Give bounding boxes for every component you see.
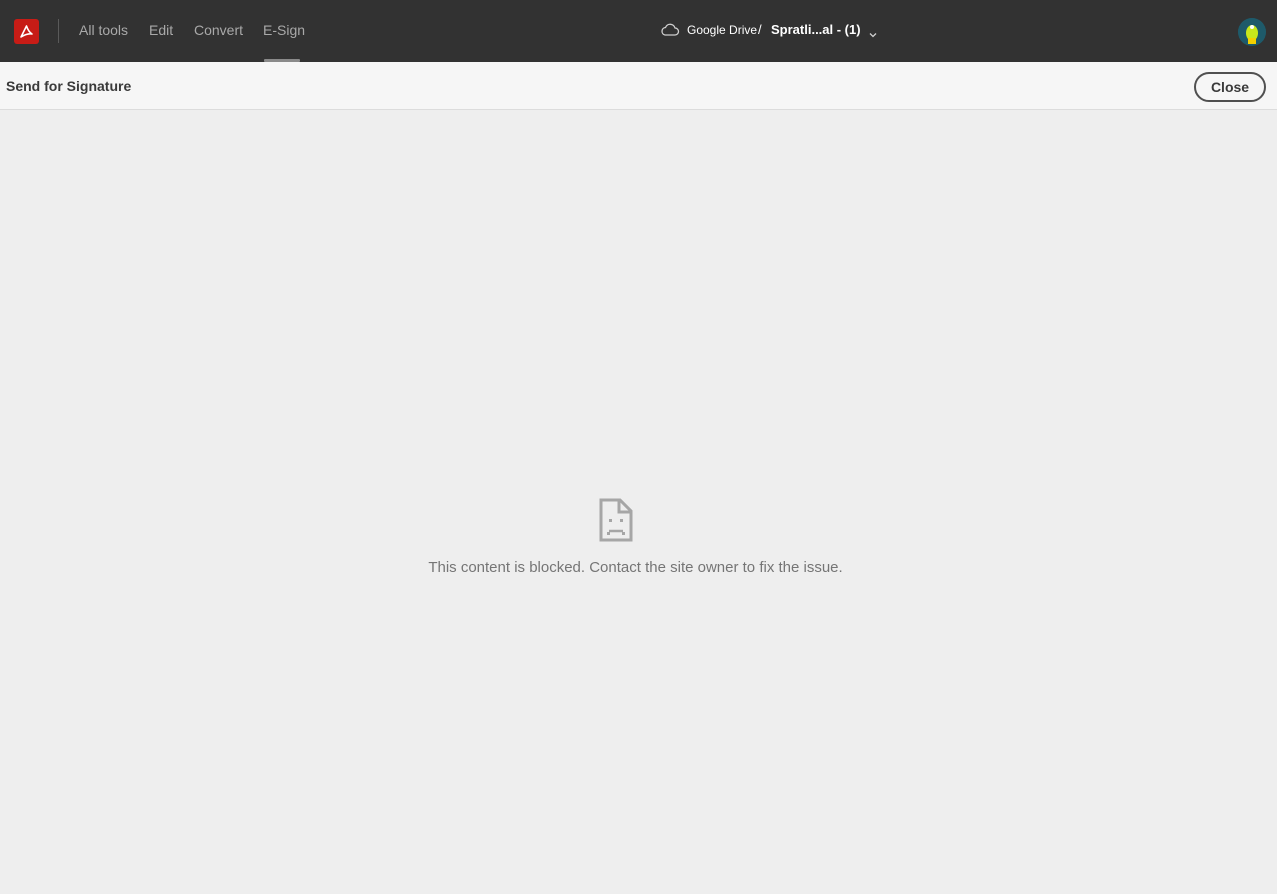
tab-edit[interactable]: Edit <box>149 22 173 38</box>
tab-all-tools[interactable]: All tools <box>79 22 128 38</box>
tab-convert[interactable]: Convert <box>194 22 243 38</box>
tab-e-sign[interactable]: E-Sign <box>263 22 305 38</box>
toolbar-divider <box>58 19 59 43</box>
blocked-message: This content is blocked. Contact the sit… <box>428 559 843 576</box>
cloud-icon <box>660 22 680 43</box>
avatar[interactable] <box>1238 18 1266 46</box>
top-toolbar: All tools Edit Convert E-Sign Google Dri… <box>0 0 1277 62</box>
acrobat-logo-icon[interactable] <box>14 19 39 44</box>
file-name[interactable]: Spratli...al - (1) <box>771 22 861 37</box>
page-title: Send for Signature <box>6 78 132 94</box>
close-button[interactable]: Close <box>1194 72 1266 102</box>
chevron-down-icon[interactable] <box>868 26 878 44</box>
breadcrumb-location[interactable]: Google Drive <box>687 23 757 37</box>
sad-document-icon <box>598 498 634 547</box>
content-area: This content is blocked. Contact the sit… <box>0 111 1277 894</box>
panel-header: Send for Signature Close <box>0 62 1277 110</box>
breadcrumb-separator: / <box>758 22 762 37</box>
